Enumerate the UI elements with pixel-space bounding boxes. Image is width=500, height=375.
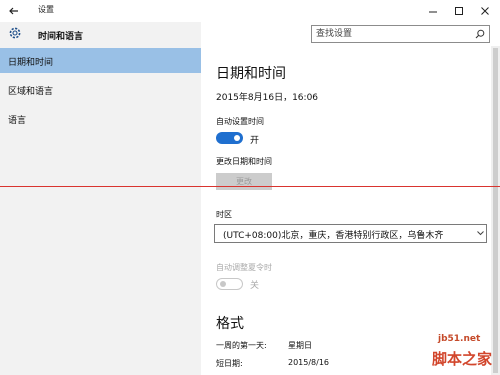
minimize-button[interactable] xyxy=(420,1,446,21)
app-header: 时间和语言 xyxy=(0,22,201,46)
window-title: 设置 xyxy=(38,5,54,14)
auto-dst-state: 关 xyxy=(250,281,260,291)
auto-time-label: 自动设置时间 xyxy=(216,117,264,126)
sidebar-item-label: 语言 xyxy=(8,116,27,126)
sidebar-item-date-time[interactable]: 日期和时间 xyxy=(0,48,201,73)
timezone-label: 时区 xyxy=(216,210,232,219)
timezone-value: (UTC+08:00)北京，重庆，香港特别行政区，乌鲁木齐 xyxy=(223,231,444,241)
timezone-select[interactable]: (UTC+08:00)北京，重庆，香港特别行政区，乌鲁木齐 xyxy=(214,224,487,243)
sidebar-item-speech[interactable]: 语言 xyxy=(0,106,201,131)
close-button[interactable] xyxy=(472,1,498,21)
first-day-label: 一周的第一天: xyxy=(216,341,267,350)
page-title: 日期和时间 xyxy=(216,66,286,82)
short-date-label: 短日期: xyxy=(216,359,243,368)
sidebar-item-label: 区域和语言 xyxy=(8,87,54,97)
back-button[interactable] xyxy=(6,3,22,19)
close-icon xyxy=(481,7,489,15)
toggle-knob xyxy=(234,135,240,141)
app-title: 时间和语言 xyxy=(38,32,84,42)
scrollbar-thumb[interactable] xyxy=(493,48,498,373)
current-datetime: 2015年8月16日，16:06 xyxy=(216,93,319,103)
sidebar-item-label: 日期和时间 xyxy=(8,58,54,68)
watermark-text: 脚本之家 xyxy=(432,350,493,368)
format-heading: 格式 xyxy=(216,316,244,332)
first-day-value: 星期日 xyxy=(288,341,312,350)
minimize-icon xyxy=(429,11,437,13)
search-icon[interactable] xyxy=(475,29,485,39)
auto-time-toggle[interactable] xyxy=(216,132,243,144)
title-bar: 设置 xyxy=(0,0,500,22)
auto-dst-toggle[interactable] xyxy=(216,278,243,290)
short-date-value: 2015/8/16 xyxy=(288,358,330,367)
sidebar-item-region-language[interactable]: 区域和语言 xyxy=(0,77,201,102)
watermark: jb51.net 脚本之家 xyxy=(400,334,500,375)
auto-dst-label: 自动调整夏令时 xyxy=(216,263,272,272)
search-box[interactable] xyxy=(311,25,490,43)
annotation-line xyxy=(0,186,500,187)
watermark-url: jb51.net xyxy=(438,334,481,344)
toggle-knob xyxy=(220,281,226,287)
maximize-button[interactable] xyxy=(446,1,472,21)
main-content: 日期和时间 2015年8月16日，16:06 自动设置时间 开 更改日期和时间 … xyxy=(201,46,500,375)
auto-time-state: 开 xyxy=(250,136,260,146)
search-input[interactable] xyxy=(316,27,466,41)
arrow-left-icon xyxy=(9,7,18,15)
chevron-down-icon xyxy=(477,231,484,236)
maximize-icon xyxy=(455,7,463,15)
scrollbar[interactable] xyxy=(491,46,500,375)
gear-icon xyxy=(9,27,21,39)
sidebar: 时间和语言 日期和时间 区域和语言 语言 xyxy=(0,22,201,375)
change-datetime-label: 更改日期和时间 xyxy=(216,157,272,166)
change-button[interactable]: 更改 xyxy=(216,173,272,190)
